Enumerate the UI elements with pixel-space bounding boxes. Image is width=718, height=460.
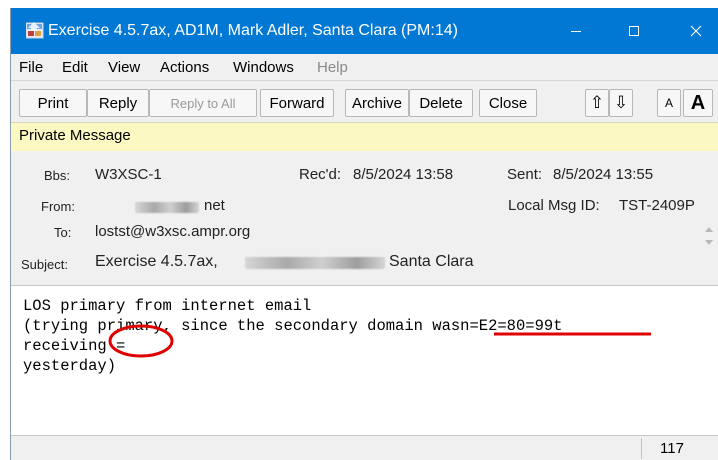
annotation-layer (108, 324, 651, 358)
annotation-circle (108, 324, 174, 358)
